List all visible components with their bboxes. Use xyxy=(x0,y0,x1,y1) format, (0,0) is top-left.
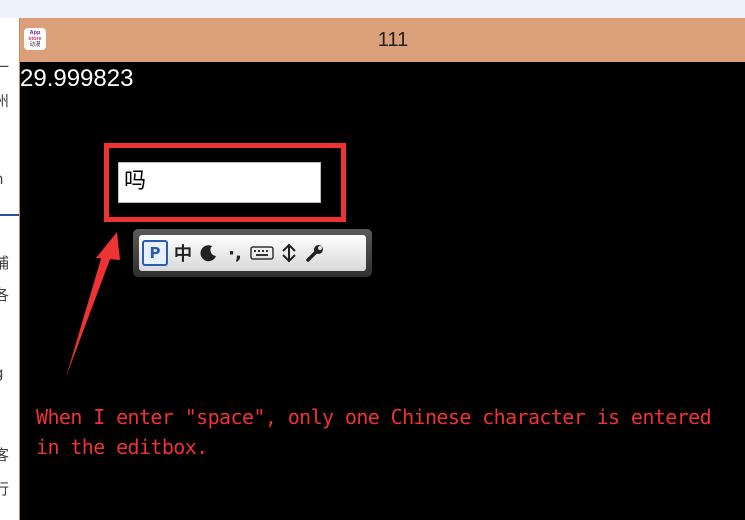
bg-divider xyxy=(0,214,19,216)
bg-text-fragment: g xyxy=(0,364,4,382)
arrow-shaft xyxy=(66,252,112,377)
bg-text-fragment: 捕 xyxy=(0,254,10,272)
screenshot: 一 州 n 捕 各 g 客 行 App store 动漫 111 29.9998… xyxy=(0,0,745,520)
app-window: App store 动漫 111 29.999823 吗 P 中 ·, When… xyxy=(19,18,745,520)
bg-text-fragment: 一 xyxy=(0,58,10,76)
bg-text-fragment: 各 xyxy=(0,286,10,304)
bg-text-fragment: n xyxy=(0,170,4,188)
annotation-line-1: When I enter "space", only one Chinese c… xyxy=(36,405,712,429)
arrow-head xyxy=(96,232,120,260)
bg-text-fragment: 行 xyxy=(0,480,10,498)
bg-text-fragment: 州 xyxy=(0,92,10,110)
background-top-strip xyxy=(0,0,745,18)
background-window-fragment: 一 州 n 捕 各 g 客 行 xyxy=(0,18,19,520)
bg-text-fragment: 客 xyxy=(0,446,10,464)
annotation-line-2: in the editbox. xyxy=(36,435,208,459)
annotation-text: When I enter "space", only one Chinese c… xyxy=(36,402,745,462)
